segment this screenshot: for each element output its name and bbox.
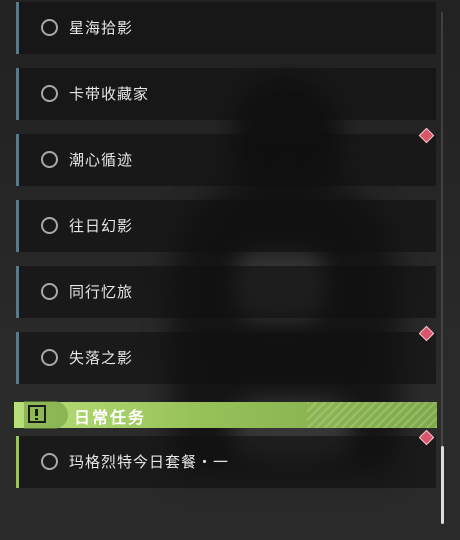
status-circle-icon bbox=[41, 85, 58, 102]
quest-item[interactable]: 卡带收藏家 bbox=[16, 68, 436, 120]
exclamation-box-icon bbox=[28, 405, 46, 423]
status-circle-icon bbox=[41, 349, 58, 366]
quest-item[interactable]: 星海拾影 bbox=[16, 2, 436, 54]
section-title: 日常任务 bbox=[74, 408, 147, 427]
header-stripe-decoration bbox=[307, 402, 437, 428]
quest-item[interactable]: 同行忆旅 bbox=[16, 266, 436, 318]
status-circle-icon bbox=[41, 283, 58, 300]
quest-label: 潮心循迹 bbox=[69, 151, 134, 169]
status-circle-icon bbox=[41, 19, 58, 36]
quest-item[interactable]: 往日幻影 bbox=[16, 200, 436, 252]
quest-label: 往日幻影 bbox=[69, 217, 134, 235]
quest-item[interactable]: 潮心循迹 bbox=[16, 134, 436, 186]
quest-label: 卡带收藏家 bbox=[69, 85, 150, 103]
status-circle-icon bbox=[41, 217, 58, 234]
quest-label: 同行忆旅 bbox=[69, 283, 134, 301]
scrollbar-thumb[interactable] bbox=[441, 446, 444, 524]
quest-label: 玛格烈特今日套餐・一 bbox=[69, 453, 230, 471]
daily-section-header[interactable]: 日常任务 bbox=[14, 401, 437, 429]
status-circle-icon bbox=[41, 151, 58, 168]
quest-item[interactable]: 失落之影 bbox=[16, 332, 436, 384]
quest-label: 失落之影 bbox=[69, 349, 134, 367]
quest-label: 星海拾影 bbox=[69, 19, 134, 37]
status-circle-icon bbox=[41, 453, 58, 470]
daily-quest-item[interactable]: 玛格烈特今日套餐・一 bbox=[16, 436, 436, 488]
